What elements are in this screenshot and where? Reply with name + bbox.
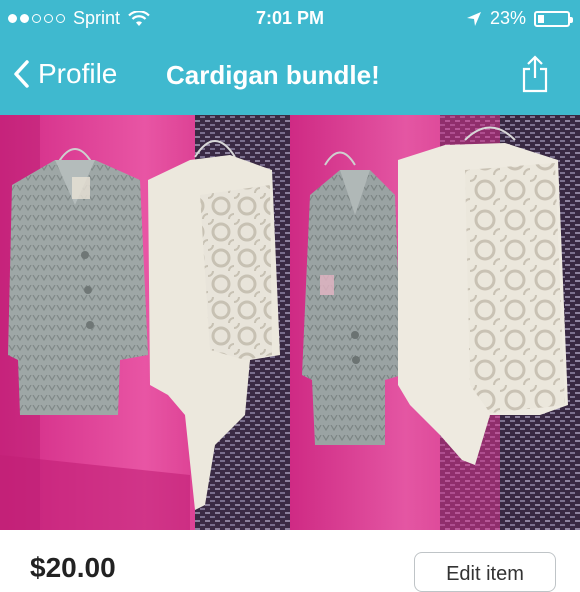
edit-item-button[interactable]: Edit item (414, 552, 556, 592)
status-right: 23% (466, 8, 573, 29)
listing-photos[interactable] (0, 115, 580, 530)
location-arrow-icon (466, 11, 481, 26)
page-title: Cardigan bundle! (166, 60, 380, 90)
listing-price: $20.00 (30, 552, 116, 583)
back-button[interactable]: Profile (12, 58, 117, 90)
navigation-bar: Profile Cardigan bundle! (0, 38, 580, 115)
listing-photo-1 (0, 115, 290, 530)
listing-photo-2 (290, 115, 580, 530)
battery-percent: 23% (489, 8, 526, 28)
status-bar: Sprint 7:01 PM 23% (0, 0, 580, 38)
back-label: Profile (38, 58, 118, 89)
listing-footer: $20.00 Edit item (0, 530, 580, 592)
chevron-left-icon (14, 60, 29, 88)
share-icon[interactable] (520, 54, 550, 94)
battery-icon (534, 10, 573, 27)
